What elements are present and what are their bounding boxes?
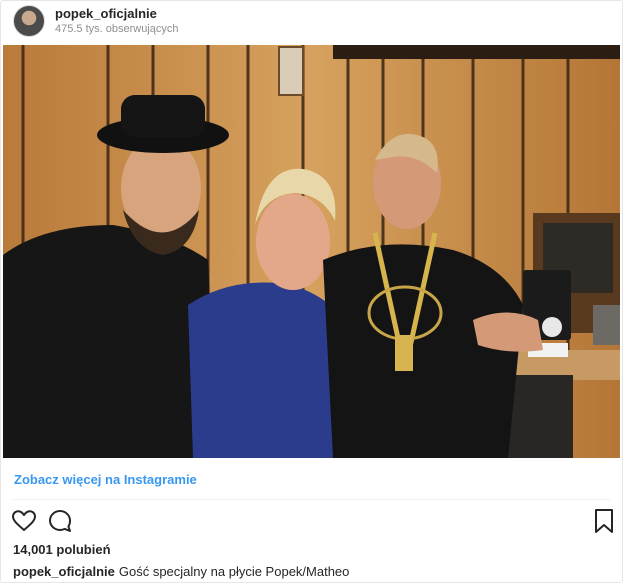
divider <box>13 499 610 500</box>
post-caption: popek_oficjalnie Gość specjalny na płycie… <box>13 564 349 579</box>
post-photo[interactable] <box>3 45 620 458</box>
comment-icon[interactable] <box>47 508 73 534</box>
instagram-embed-card: popek_oficjalnie 475.5 tys. obserwującyc… <box>0 0 623 583</box>
caption-username[interactable]: popek_oficjalnie <box>13 564 115 579</box>
profile-username[interactable]: popek_oficjalnie <box>55 6 157 21</box>
like-count: 14,001 polubień <box>13 542 111 557</box>
caption-text: Gość specjalny na płycie Popek/Matheo <box>118 564 350 579</box>
follower-count: 475.5 tys. obserwujących <box>55 23 179 35</box>
bookmark-icon[interactable] <box>591 508 617 534</box>
heart-icon[interactable] <box>11 508 37 534</box>
post-header: popek_oficjalnie 475.5 tys. obserwującyc… <box>13 5 613 39</box>
post-actions <box>11 508 616 534</box>
see-more-on-instagram-link[interactable]: Zobacz więcej na Instagramie <box>14 472 197 487</box>
profile-avatar[interactable] <box>13 5 45 37</box>
